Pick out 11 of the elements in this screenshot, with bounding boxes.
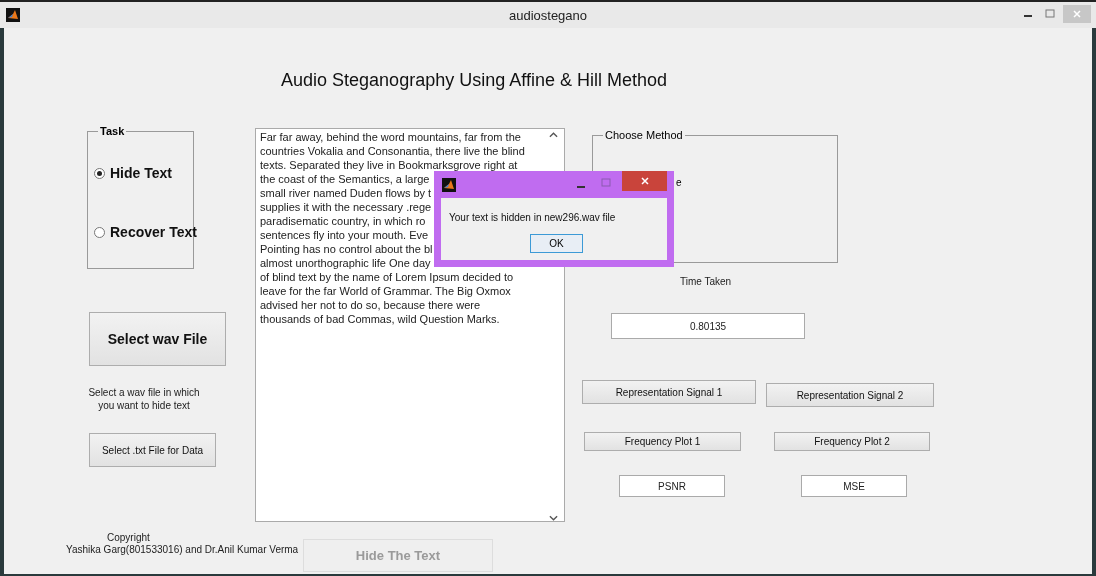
author-text: Yashika Garg(801533016) and Dr.Anil Kumar Verma [66, 544, 299, 555]
panel-title: Task [99, 125, 126, 137]
copyright-label: Copyright [107, 532, 150, 543]
app-heading: Audio Steganography Using Affine & Hill Method [280, 70, 668, 91]
radio-label: Recover Text [110, 224, 197, 240]
panel-title: Choose Method [604, 129, 684, 141]
window-title: audiostegano [508, 7, 588, 23]
radio-label: Hide Text [110, 165, 172, 181]
hint-text: Select a wav file in which you want to hide text [87, 386, 201, 412]
option-label: e [676, 177, 682, 188]
time-taken-label: Time Taken [680, 276, 732, 287]
